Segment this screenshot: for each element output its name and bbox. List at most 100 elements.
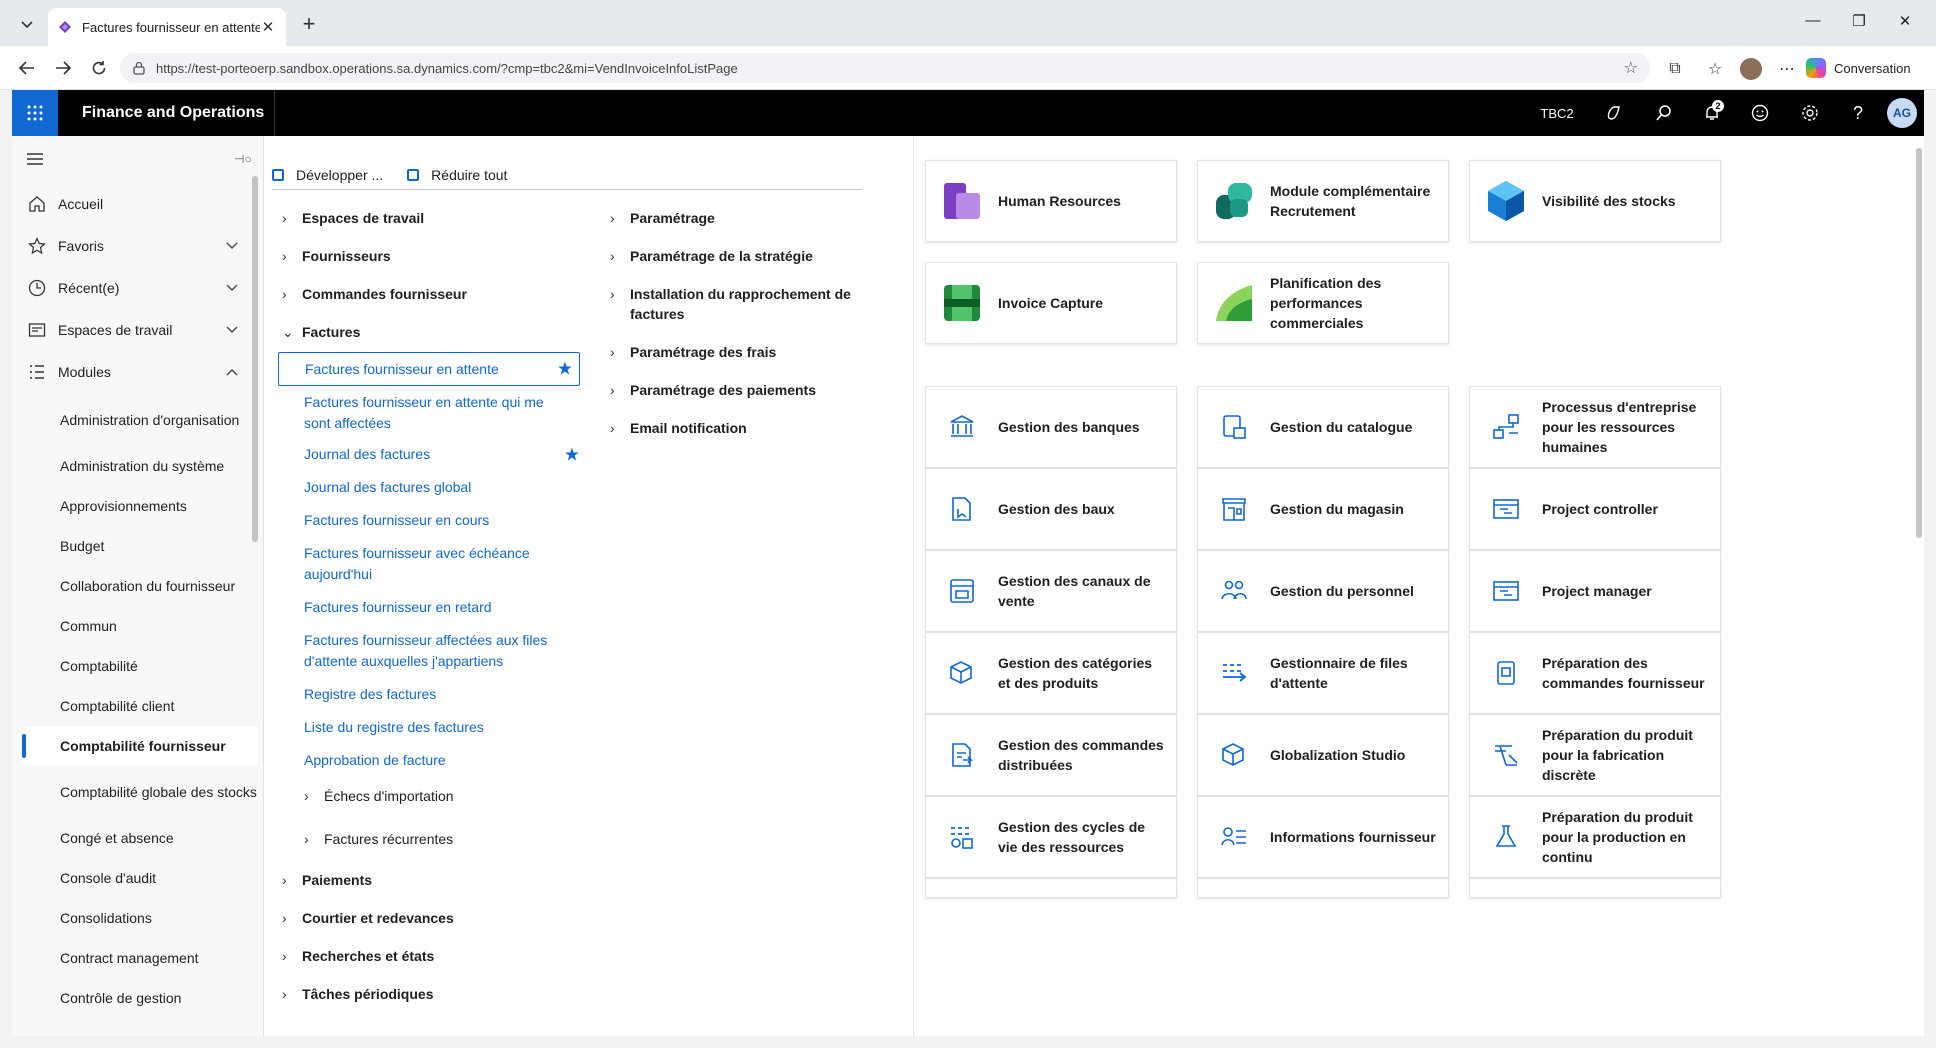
module-item[interactable]: Consolidations — [22, 898, 258, 938]
menu-group-purchase-orders[interactable]: › Commandes fournisseur — [282, 284, 467, 304]
feedback-button[interactable] — [1736, 90, 1784, 136]
tile-channel-management[interactable]: Gestion des canaux de vente — [925, 550, 1177, 632]
module-item[interactable]: Approvisionnements — [22, 486, 258, 526]
tile-recruiting[interactable]: Module complémentaire Recrutement — [1197, 160, 1449, 242]
hamburger-icon[interactable] — [26, 152, 44, 166]
module-item[interactable]: Comptabilité client — [22, 686, 258, 726]
profile-avatar-icon[interactable] — [1738, 56, 1764, 82]
menu-link-selected[interactable]: Factures fournisseur en attente ★ — [278, 352, 580, 386]
module-item[interactable]: Comptabilité — [22, 646, 258, 686]
help-icon[interactable]: ? — [1834, 90, 1882, 136]
module-item[interactable]: Budget — [22, 526, 258, 566]
copilot-button[interactable]: Conversation — [1806, 54, 1924, 82]
tile-category-product-management[interactable]: Gestion des catégories et des produits — [925, 632, 1177, 714]
close-window-button[interactable]: ✕ — [1890, 12, 1920, 38]
menu-group-broker[interactable]: › Courtier et redevances — [282, 908, 454, 928]
favorite-star-icon[interactable]: ☆ — [1624, 58, 1638, 78]
tile-distributed-order-management[interactable]: Gestion des commandes distribuées — [925, 714, 1177, 796]
menu-link[interactable]: Factures fournisseur en retard — [304, 597, 554, 618]
menu-group-email-notification[interactable]: › Email notification — [610, 418, 747, 438]
tab-actions-button[interactable] — [12, 12, 42, 38]
favorites-icon[interactable]: ☆ — [1702, 56, 1728, 82]
pin-icon[interactable]: ⊣○ — [234, 152, 252, 166]
menu-group-policy-setup[interactable]: › Paramétrage de la stratégie — [610, 246, 813, 266]
menu-link[interactable]: Factures fournisseur en attente qui me s… — [304, 392, 554, 434]
minimize-button[interactable]: — — [1798, 12, 1828, 38]
nav-item-recent[interactable]: Récent(e) — [12, 268, 258, 308]
menu-group-charges-setup[interactable]: › Paramétrage des frais — [610, 342, 776, 362]
app-title[interactable]: Finance and Operations — [82, 90, 264, 136]
menu-link-favorite[interactable]: Journal des factures ★ — [304, 444, 580, 465]
module-item[interactable]: Collaboration du fournisseur — [22, 566, 258, 606]
nav-item-home[interactable]: Accueil — [12, 184, 258, 224]
module-item[interactable]: Console d'audit — [22, 858, 258, 898]
app-launcher-button[interactable] — [12, 90, 58, 136]
module-item-selected[interactable]: Comptabilité fournisseur — [22, 726, 258, 766]
menu-link[interactable]: Factures fournisseur en cours — [304, 510, 554, 531]
tile-partial[interactable] — [1469, 878, 1721, 898]
menu-group-payments[interactable]: › Paiements — [282, 870, 372, 890]
settings-button[interactable] — [1786, 90, 1834, 136]
forward-button[interactable] — [48, 54, 78, 82]
more-options-icon[interactable]: ⋯ — [1774, 56, 1800, 82]
tile-queue-manager[interactable]: Gestionnaire de files d'attente — [1197, 632, 1449, 714]
menu-group-invoice-matching[interactable]: › Installation du rapprochement de factur… — [610, 284, 870, 324]
expand-all-button[interactable]: Développer ... — [272, 167, 383, 183]
tile-project-manager[interactable]: Project manager — [1469, 550, 1721, 632]
menu-group-periodic[interactable]: › Tâches périodiques — [282, 984, 433, 1004]
close-tab-icon[interactable]: ✕ — [260, 18, 276, 36]
tile-vendor-information[interactable]: Informations fournisseur — [1197, 796, 1449, 878]
module-item[interactable]: Administration d'organisation — [22, 396, 258, 444]
module-item[interactable]: Congé et absence — [22, 818, 258, 858]
module-item[interactable]: Administration du système — [22, 446, 258, 486]
tile-human-resources[interactable]: Human Resources — [925, 160, 1177, 242]
browser-tab-active[interactable]: Factures fournisseur en attente -- ✕ — [48, 8, 286, 46]
tile-globalization-studio[interactable]: Globalization Studio — [1197, 714, 1449, 796]
favorite-star-filled-icon[interactable]: ★ — [564, 444, 580, 465]
user-avatar-button[interactable]: AG — [1882, 90, 1922, 136]
notifications-button[interactable]: 2 — [1688, 90, 1736, 136]
menu-group-setup[interactable]: › Paramétrage — [610, 208, 715, 228]
tile-hr-business-processes[interactable]: Processus d'entreprise pour les ressourc… — [1469, 386, 1721, 468]
menu-link[interactable]: Registre des factures — [304, 684, 554, 705]
menu-group-vendors[interactable]: › Fournisseurs — [282, 246, 391, 266]
company-picker[interactable]: TBC2 — [1532, 90, 1582, 136]
tile-asset-lifecycle-management[interactable]: Gestion des cycles de vie des ressources — [925, 796, 1177, 878]
menu-group-workspaces[interactable]: › Espaces de travail — [282, 208, 424, 228]
maximize-button[interactable]: ❐ — [1844, 12, 1874, 38]
menu-link[interactable]: Approbation de facture — [304, 750, 554, 771]
menu-link[interactable]: Factures fournisseur affectées aux files… — [304, 630, 574, 672]
nav-pane-scrollbar[interactable] — [252, 176, 258, 542]
menu-group-invoices[interactable]: ⌄ Factures — [282, 322, 360, 342]
url-field[interactable]: https://test-porteoerp.sandbox.operation… — [120, 53, 1650, 83]
module-item[interactable]: Contrôle de gestion — [22, 978, 258, 1018]
page-scrollbar[interactable] — [1916, 148, 1922, 538]
collapse-all-button[interactable]: Réduire tout — [407, 167, 507, 183]
tile-catalog-management[interactable]: Gestion du catalogue — [1197, 386, 1449, 468]
nav-item-modules[interactable]: Modules — [12, 352, 258, 392]
nav-item-favorites[interactable]: Favoris — [12, 226, 258, 266]
module-item[interactable]: Contract management — [22, 938, 258, 978]
module-item[interactable]: Commun — [22, 606, 258, 646]
menu-link[interactable]: Journal des factures global — [304, 477, 554, 498]
copilot-app-icon[interactable] — [1590, 90, 1638, 136]
menu-subgroup-import-failures[interactable]: › Échecs d'importation — [304, 788, 454, 804]
tile-invoice-capture[interactable]: Invoice Capture — [925, 262, 1177, 344]
tile-partial[interactable] — [925, 878, 1177, 898]
tile-personnel-management[interactable]: Gestion du personnel — [1197, 550, 1449, 632]
tile-store-management[interactable]: Gestion du magasin — [1197, 468, 1449, 550]
refresh-button[interactable] — [84, 54, 114, 82]
new-tab-button[interactable]: + — [296, 12, 322, 38]
tile-bank-management[interactable]: Gestion des banques — [925, 386, 1177, 468]
menu-subgroup-recurring[interactable]: › Factures récurrentes — [304, 831, 453, 847]
nav-item-workspaces[interactable]: Espaces de travail — [12, 310, 258, 350]
search-button[interactable] — [1640, 90, 1688, 136]
tile-process-manufacturing-prep[interactable]: Préparation du produit pour la productio… — [1469, 796, 1721, 878]
tile-lease-management[interactable]: Gestion des baux — [925, 468, 1177, 550]
extensions-icon[interactable]: ⧉ — [1662, 56, 1688, 82]
menu-link[interactable]: Factures fournisseur avec échéance aujou… — [304, 543, 554, 585]
back-button[interactable] — [12, 54, 42, 82]
module-item[interactable]: Comptabilité globale des stocks — [22, 768, 258, 816]
menu-group-inquiries[interactable]: › Recherches et états — [282, 946, 434, 966]
tile-discrete-manufacturing-prep[interactable]: Préparation du produit pour la fabricati… — [1469, 714, 1721, 796]
